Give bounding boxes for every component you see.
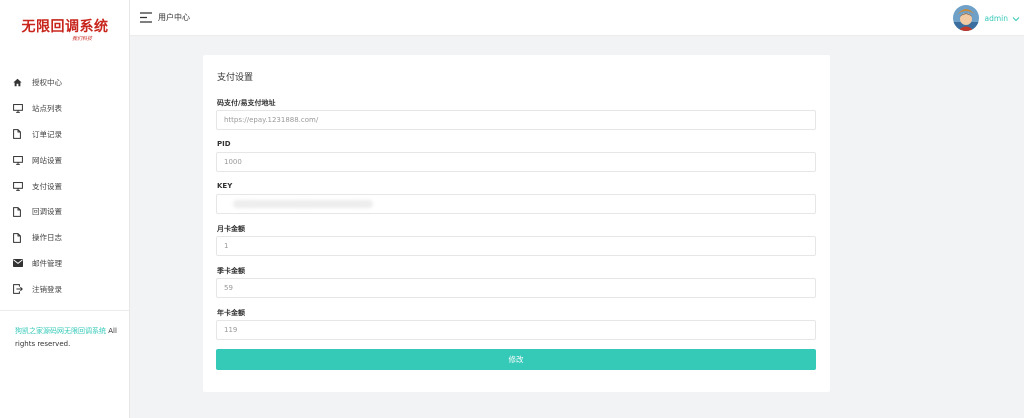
sidebar-item-authorization[interactable]: 授权中心 <box>0 70 130 96</box>
pid-label: PID <box>217 140 231 148</box>
sidebar-item-site-settings[interactable]: 网站设置 <box>0 147 130 173</box>
sidebar-item-label: 网站设置 <box>32 155 62 165</box>
sidebar-footer: 狗凯之家源码网无限回调系统 All rights reserved. <box>15 325 125 351</box>
sidebar: 无限回调系统 我们科技 授权中心 站点列表 订单记录 网站设置 支付设置 回调设… <box>0 0 130 418</box>
document-icon <box>13 206 27 217</box>
sidebar-item-logout[interactable]: 注销登录 <box>0 276 130 302</box>
key-label: KEY <box>217 182 233 190</box>
yearly-price-input[interactable] <box>216 320 816 340</box>
logo-subtitle: 我们科技 <box>72 36 93 42</box>
monthly-price-input[interactable] <box>216 236 816 256</box>
sidebar-item-label: 邮件管理 <box>32 258 62 268</box>
sidebar-item-mail[interactable]: 邮件管理 <box>0 251 130 277</box>
key-input[interactable] <box>216 194 816 214</box>
topbar: 用户中心 admin <box>130 0 1024 36</box>
chevron-down-icon <box>1012 15 1020 22</box>
epay-address-input[interactable] <box>216 110 816 130</box>
monitor-icon <box>13 155 27 165</box>
home-icon <box>13 78 27 87</box>
sidebar-item-orders[interactable]: 订单记录 <box>0 122 130 148</box>
redacted-key-value <box>233 200 373 208</box>
monthly-price-label: 月卡金额 <box>217 225 245 233</box>
menu-toggle-icon[interactable] <box>140 12 152 23</box>
sidebar-item-label: 操作日志 <box>32 233 62 243</box>
quarterly-price-input[interactable] <box>216 278 816 298</box>
payment-settings-card: 支付设置 码支付/易支付地址 PID KEY 月卡金额 季卡金额 年卡金额 修改 <box>203 55 830 392</box>
submit-button[interactable]: 修改 <box>216 349 816 370</box>
avatar[interactable] <box>952 5 979 31</box>
pid-input[interactable] <box>216 152 816 172</box>
logout-icon <box>13 284 27 295</box>
monitor-icon <box>13 181 27 191</box>
epay-address-label: 码支付/易支付地址 <box>217 99 276 107</box>
username: admin <box>984 13 1009 23</box>
sidebar-item-label: 回调设置 <box>32 207 62 217</box>
footer-link[interactable]: 狗凯之家源码网无限回调系统 <box>15 327 106 335</box>
sidebar-item-label: 站点列表 <box>32 104 62 114</box>
sidebar-divider <box>0 310 130 311</box>
sidebar-item-label: 注销登录 <box>32 284 62 294</box>
document-icon <box>13 232 27 243</box>
monitor-icon <box>13 104 27 114</box>
sidebar-item-callback-settings[interactable]: 回调设置 <box>0 199 130 225</box>
mail-icon <box>13 259 27 268</box>
sidebar-item-label: 支付设置 <box>32 181 62 191</box>
sidebar-item-operation-log[interactable]: 操作日志 <box>0 225 130 251</box>
card-title: 支付设置 <box>217 73 254 83</box>
sidebar-item-payment-settings[interactable]: 支付设置 <box>0 173 130 199</box>
breadcrumb: 用户中心 <box>158 13 190 22</box>
quarterly-price-label: 季卡金额 <box>217 267 245 275</box>
sidebar-item-label: 授权中心 <box>32 78 62 88</box>
logo-title: 无限回调系统 <box>21 19 109 35</box>
user-menu[interactable]: admin <box>952 5 1021 31</box>
sidebar-item-label: 订单记录 <box>32 129 62 139</box>
yearly-price-label: 年卡金额 <box>217 309 245 317</box>
logo: 无限回调系统 我们科技 <box>0 0 130 62</box>
sidebar-nav: 授权中心 站点列表 订单记录 网站设置 支付设置 回调设置 操作日志 邮件管理 … <box>0 70 130 302</box>
sidebar-item-sites[interactable]: 站点列表 <box>0 96 130 122</box>
document-icon <box>13 129 27 140</box>
